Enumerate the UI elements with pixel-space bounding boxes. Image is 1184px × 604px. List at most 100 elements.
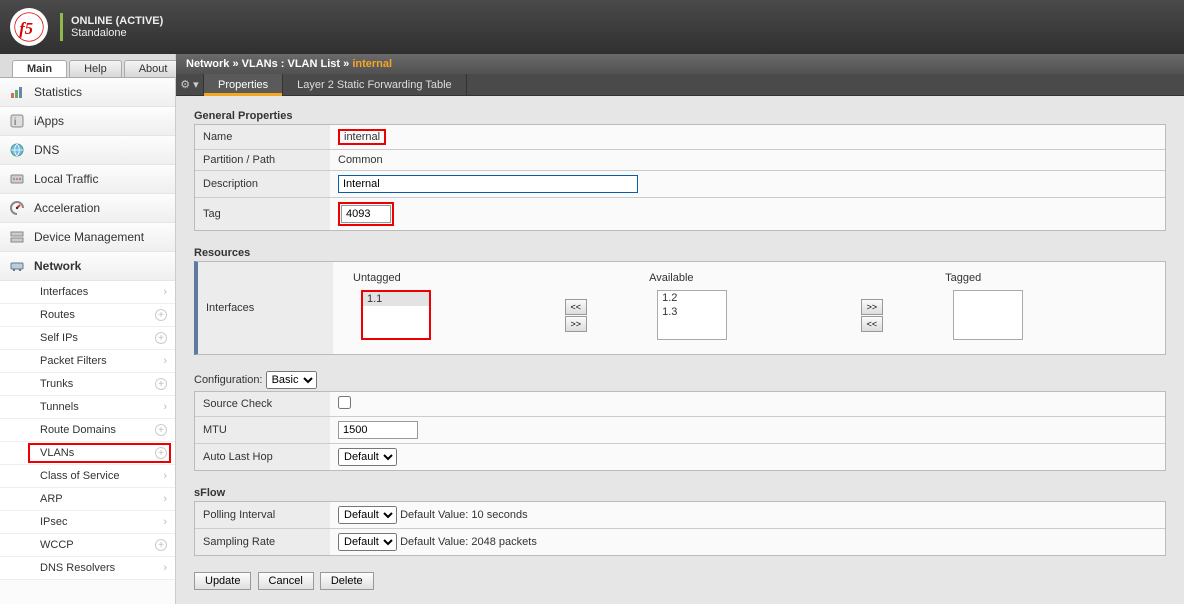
source-check-label: Source Check: [195, 392, 330, 417]
chevron-right-icon: ›: [163, 470, 167, 482]
subitem-label: DNS Resolvers: [40, 562, 115, 574]
acceleration-icon: [8, 200, 26, 216]
sidebar: Main Help About Statistics iiAppsDNS Local…: [0, 54, 176, 604]
general-heading: General Properties: [194, 110, 1166, 122]
move-right-button[interactable]: >>: [565, 316, 587, 332]
chevron-right-icon: ›: [163, 355, 167, 367]
subitem-label: Interfaces: [40, 286, 88, 298]
auto-last-hop-select[interactable]: Default: [338, 448, 397, 466]
nav-sub-packet-filters[interactable]: Packet Filters›: [0, 350, 175, 373]
move-right2-button[interactable]: >>: [861, 299, 883, 315]
nav-label: Statistics: [34, 85, 82, 99]
network-icon: [8, 258, 26, 274]
configuration-select[interactable]: Basic: [266, 371, 317, 389]
crumb-2[interactable]: VLANs : VLAN List: [242, 58, 340, 70]
resources-heading: Resources: [194, 247, 1166, 259]
nav-acceleration[interactable]: Acceleration: [0, 194, 175, 223]
page-tabs: ⚙ ▾ Properties Layer 2 Static Forwarding…: [176, 74, 1184, 96]
subitem-label: VLANs: [40, 447, 74, 459]
description-label: Description: [195, 171, 330, 198]
plus-icon[interactable]: +: [155, 378, 167, 390]
chevron-right-icon: ›: [163, 562, 167, 574]
plus-icon[interactable]: +: [155, 309, 167, 321]
name-label: Name: [195, 125, 330, 150]
statistics-icon: [8, 84, 26, 100]
crumb-1[interactable]: Network: [186, 58, 229, 70]
plus-icon[interactable]: +: [155, 447, 167, 459]
nav-sub-dns-resolvers[interactable]: DNS Resolvers ›: [0, 557, 175, 580]
move-left-button[interactable]: <<: [565, 299, 587, 315]
delete-button[interactable]: Delete: [320, 572, 374, 590]
nav-statistics[interactable]: Statistics: [0, 78, 175, 107]
nav-sub-route-domains[interactable]: Route Domains +: [0, 419, 175, 442]
nav-sub-arp[interactable]: ARP›: [0, 488, 175, 511]
iapps-icon: i: [8, 113, 26, 129]
mtu-input[interactable]: [338, 421, 418, 439]
dns-icon: [8, 142, 26, 158]
subitem-label: IPsec: [40, 516, 68, 528]
nav-label: Acceleration: [34, 201, 100, 215]
status-block: ONLINE (ACTIVE) Standalone: [60, 13, 163, 41]
tab-about[interactable]: About: [124, 60, 183, 77]
listbox-item[interactable]: 1.3: [658, 305, 726, 319]
nav-label: Device Management: [34, 230, 144, 244]
gear-icon[interactable]: ⚙ ▾: [176, 74, 204, 95]
listbox-item[interactable]: 1.1: [363, 292, 429, 306]
sidebar-tabs: Main Help About: [0, 54, 175, 78]
nav-sub-class-of-service[interactable]: Class of Service›: [0, 465, 175, 488]
status-indicator: [60, 13, 63, 41]
nav-label: Local Traffic: [34, 172, 98, 186]
chevron-right-icon: ›: [163, 286, 167, 298]
plus-icon[interactable]: +: [155, 332, 167, 344]
nav-sub-wccp[interactable]: WCCP+: [0, 534, 175, 557]
plus-icon[interactable]: +: [155, 424, 167, 436]
main-content: Network » VLANs : VLAN List » internal ⚙…: [176, 54, 1184, 604]
nav-sub-interfaces[interactable]: Interfaces ›: [0, 281, 175, 304]
tab-help[interactable]: Help: [69, 60, 122, 77]
cancel-button[interactable]: Cancel: [258, 572, 314, 590]
nav-network[interactable]: Network: [0, 252, 175, 281]
chevron-right-icon: ›: [163, 401, 167, 413]
chevron-right-icon: ›: [163, 516, 167, 528]
name-value: internal: [338, 129, 386, 145]
nav-sub-ipsec[interactable]: IPsec ›: [0, 511, 175, 534]
sflow-panel: Polling Interval Default Default Value: …: [194, 501, 1166, 556]
nav-iapps[interactable]: iiApps: [0, 107, 175, 136]
plus-icon[interactable]: +: [155, 539, 167, 551]
source-check-checkbox[interactable]: [338, 396, 351, 409]
untagged-listbox[interactable]: 1.1: [361, 290, 431, 340]
page-tab-properties[interactable]: Properties: [204, 74, 283, 95]
local-traffic-icon: [8, 171, 26, 187]
page-tab-l2forward[interactable]: Layer 2 Static Forwarding Table: [283, 74, 467, 95]
nav-sub-routes[interactable]: Routes+: [0, 304, 175, 327]
brand-logo: f5: [10, 8, 48, 46]
sampling-select[interactable]: Default: [338, 533, 397, 551]
tab-main[interactable]: Main: [12, 60, 67, 77]
polling-select[interactable]: Default: [338, 506, 397, 524]
subitem-label: Tunnels: [40, 401, 79, 413]
move-left2-button[interactable]: <<: [861, 316, 883, 332]
nav-label: Network: [34, 259, 81, 273]
partition-value: Common: [330, 150, 1165, 171]
untagged-label: Untagged: [353, 272, 553, 286]
configuration-label: Configuration:: [194, 374, 263, 386]
subitem-label: Route Domains: [40, 424, 116, 436]
svg-text:f5: f5: [19, 19, 33, 38]
nav-local-traffic[interactable]: Local Traffic: [0, 165, 175, 194]
listbox-item[interactable]: 1.2: [658, 291, 726, 305]
nav-device-management[interactable]: Device Management: [0, 223, 175, 252]
description-input[interactable]: [338, 175, 638, 193]
nav-sub-trunks[interactable]: Trunks+: [0, 373, 175, 396]
available-listbox[interactable]: 1.21.3: [657, 290, 727, 340]
interfaces-label: Interfaces: [198, 262, 333, 354]
update-button[interactable]: Update: [194, 572, 251, 590]
nav-dns[interactable]: DNS: [0, 136, 175, 165]
nav-sub-tunnels[interactable]: Tunnels ›: [0, 396, 175, 419]
tagged-listbox[interactable]: [953, 290, 1023, 340]
nav-sub-vlans[interactable]: VLANs +: [0, 442, 175, 465]
tag-input[interactable]: [341, 205, 391, 223]
configuration-panel: Source Check MTU Auto Last Hop Default: [194, 391, 1166, 471]
device-management-icon: [8, 229, 26, 245]
nav-sub-self-ips[interactable]: Self IPs+: [0, 327, 175, 350]
status-text: ONLINE (ACTIVE): [71, 15, 163, 27]
